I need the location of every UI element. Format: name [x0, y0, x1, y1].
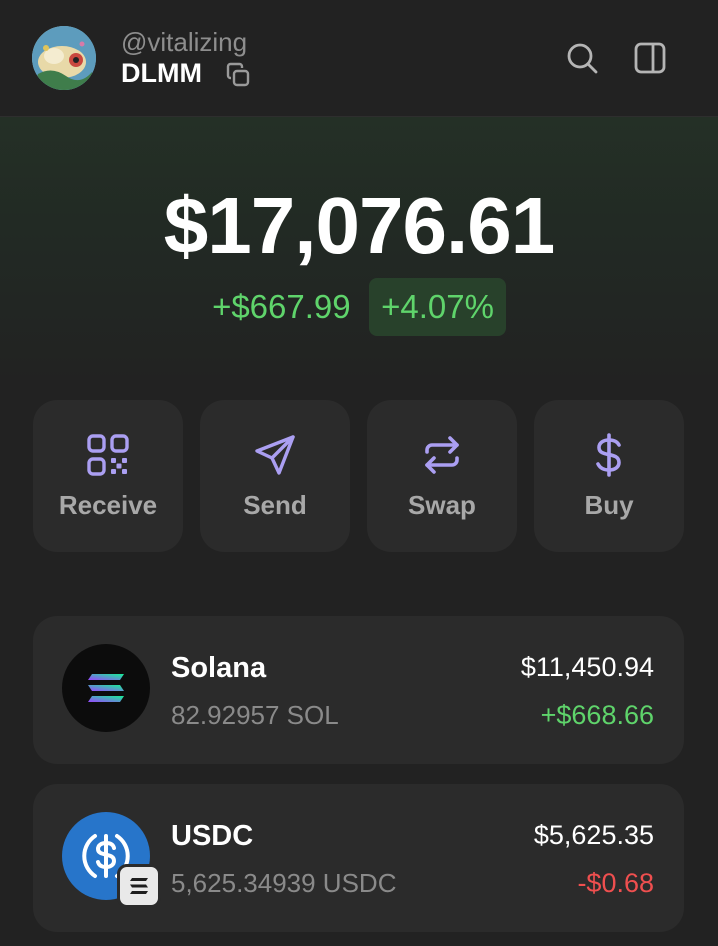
send-icon: [253, 433, 297, 477]
token-change: +$668.66: [540, 700, 654, 730]
balance-change-row: +$667.99 +4.07%: [0, 278, 718, 336]
token-change: -$0.68: [577, 868, 654, 898]
buy-button[interactable]: Buy: [534, 400, 684, 552]
account-handle: @vitalizing: [121, 27, 248, 57]
balance-change-amount: +$667.99: [212, 288, 351, 325]
swap-icon: [420, 433, 464, 477]
wallet-app: @vitalizing DLMM $17,076.61 +$667.99 +4.…: [0, 0, 718, 946]
avatar-image: [32, 26, 96, 90]
qr-code-icon: [86, 433, 130, 477]
token-row-solana[interactable]: Solana 82.92957 SOL $11,450.94 +$668.66: [33, 616, 684, 764]
solana-network-badge-icon: [117, 864, 161, 908]
token-value: $5,625.35: [533, 820, 654, 850]
send-button[interactable]: Send: [200, 400, 350, 552]
search-icon[interactable]: [564, 40, 600, 76]
solana-logo-icon: [62, 644, 150, 732]
buy-label: Buy: [584, 490, 634, 520]
avatar[interactable]: [32, 26, 96, 90]
balance-change-percent-badge: +4.07%: [369, 278, 506, 336]
copy-icon[interactable]: [223, 60, 253, 90]
receive-label: Receive: [58, 490, 158, 520]
account-name[interactable]: DLMM: [121, 58, 202, 89]
sidebar-toggle-icon[interactable]: [632, 40, 668, 76]
token-name: USDC: [171, 820, 254, 852]
swap-button[interactable]: Swap: [367, 400, 517, 552]
token-row-usdc[interactable]: USDC 5,625.34939 USDC $5,625.35 -$0.68: [33, 784, 684, 932]
dollar-icon: [587, 433, 631, 477]
token-amount: 5,625.34939 USDC: [171, 868, 397, 898]
action-buttons: Receive Send Swap Buy: [33, 400, 684, 552]
send-label: Send: [243, 490, 307, 520]
token-amount: 82.92957 SOL: [171, 700, 339, 730]
total-balance: $17,076.61: [163, 181, 555, 270]
header: @vitalizing DLMM: [0, 0, 718, 117]
swap-label: Swap: [408, 490, 476, 520]
token-name: Solana: [171, 652, 267, 684]
receive-button[interactable]: Receive: [33, 400, 183, 552]
token-value: $11,450.94: [520, 652, 654, 682]
